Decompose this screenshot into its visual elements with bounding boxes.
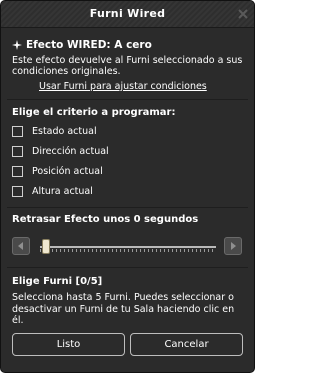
title-bar[interactable]: Furni Wired (1, 1, 254, 28)
slider-ticks (40, 249, 216, 252)
delay-heading: Retrasar Efecto unos 0 segundos (12, 214, 199, 225)
criteria-heading: Elige el criterio a programar: (12, 107, 176, 118)
criteria-option-label: Estado actual (32, 126, 97, 137)
checkbox[interactable] (12, 186, 23, 197)
arrow-right-icon (231, 242, 236, 250)
criteria-option-height[interactable]: Altura actual (12, 186, 93, 197)
divider (7, 207, 248, 208)
ok-button[interactable]: Listo (12, 333, 125, 356)
wired-window: Furni Wired Efecto WIRED: A cero Este ef… (0, 0, 255, 373)
checkbox[interactable] (12, 126, 23, 137)
close-icon (238, 9, 248, 19)
effect-description: Este efecto devuelve al Furni selecciona… (12, 55, 243, 77)
criteria-option-label: Dirección actual (32, 146, 109, 157)
slider-track[interactable] (40, 246, 216, 248)
divider (7, 267, 248, 268)
furni-heading: Elige Furni [0/5] (12, 276, 103, 287)
effect-title-text: Efecto WIRED: A cero (26, 39, 152, 51)
effect-title: Efecto WIRED: A cero (12, 39, 152, 51)
criteria-option-label: Posición actual (32, 166, 103, 177)
criteria-option-label: Altura actual (32, 186, 93, 197)
sparkle-icon (12, 40, 22, 50)
criteria-option-position[interactable]: Posición actual (12, 166, 103, 177)
criteria-option-state[interactable]: Estado actual (12, 126, 97, 137)
slider-increase-button[interactable] (224, 237, 242, 255)
adjust-conditions-link[interactable]: Usar Furni para ajustar condiciones (39, 81, 207, 92)
checkbox[interactable] (12, 146, 23, 157)
delay-slider[interactable] (12, 234, 244, 258)
window-title: Furni Wired (89, 7, 166, 20)
close-button[interactable] (236, 7, 250, 21)
furni-description: Selecciona hasta 5 Furni. Puedes selecci… (12, 292, 235, 326)
slider-thumb[interactable] (42, 239, 50, 254)
slider-decrease-button[interactable] (12, 237, 30, 255)
arrow-left-icon (18, 242, 23, 250)
checkbox[interactable] (12, 166, 23, 177)
criteria-option-direction[interactable]: Dirección actual (12, 146, 109, 157)
cancel-button[interactable]: Cancelar (130, 333, 243, 356)
divider (7, 99, 248, 100)
